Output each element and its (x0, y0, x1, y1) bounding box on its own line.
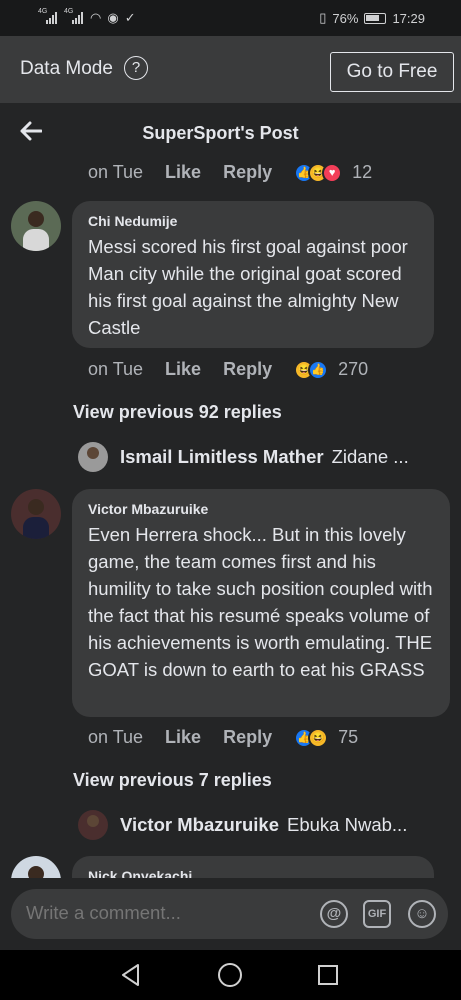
latest-reply[interactable]: Ismail Limitless Mather Zidane ... (78, 442, 409, 472)
signal-icon: 4G (38, 8, 58, 24)
comment-meta: on Tue Like Reply 😆 👍 270 (88, 359, 368, 380)
avatar[interactable] (11, 856, 61, 878)
commenter-name[interactable]: Nick Onyekachi (88, 868, 418, 878)
status-bar: 4G 4G ◠ ◉ ✓ ▯ 76% 17:29 (0, 0, 461, 36)
reply-button[interactable]: Reply (223, 359, 272, 380)
comment-time: on Tue (88, 727, 144, 747)
comment-composer: @ GIF ☺ (0, 878, 461, 950)
recents-square-icon[interactable] (318, 965, 338, 985)
reply-author: Ismail Limitless Mather (120, 446, 324, 467)
go-to-free-button[interactable]: Go to Free (330, 52, 454, 92)
data-mode-banner: Data Mode ? Go to Free (0, 36, 461, 103)
comment-text: Even Herrera shock... But in this lovely… (88, 524, 433, 680)
latest-reply[interactable]: Victor Mbazuruike Ebuka Nwab... (78, 810, 407, 840)
comment-bubble[interactable]: Chi Nedumije Messi scored his first goal… (72, 201, 434, 348)
download-icon: ✓ (124, 10, 136, 25)
reply-button[interactable]: Reply (223, 162, 272, 183)
reaction-icons[interactable]: 👍 😆 ♥ (294, 162, 343, 183)
heart-icon: ♥ (322, 162, 343, 183)
info-icon[interactable]: ? (124, 56, 148, 80)
comment-bubble[interactable]: Nick Onyekachi (72, 856, 434, 878)
avatar (78, 810, 108, 840)
eye-icon: ◉ (107, 10, 119, 25)
vibrate-icon: ▯ (319, 10, 327, 25)
thumbs-up-icon: 👍 (308, 359, 329, 380)
avatar (78, 442, 108, 472)
network-type-2: 4G (64, 8, 74, 15)
view-previous-replies[interactable]: View previous 7 replies (73, 770, 272, 791)
battery-percent: 76% (332, 10, 359, 26)
emoji-icon[interactable]: ☺ (408, 900, 436, 928)
data-mode-label: Data Mode (20, 58, 113, 79)
avatar[interactable] (11, 201, 61, 251)
reaction-count: 270 (338, 359, 369, 379)
wifi-icon: ◠ (90, 10, 102, 25)
comment-time: on Tue (88, 359, 144, 379)
reaction-icons[interactable]: 😆 👍 (294, 359, 329, 380)
comment-box[interactable]: @ GIF ☺ (11, 889, 448, 939)
page-title: SuperSport's Post (142, 123, 299, 143)
reply-preview: Zidane ... (331, 446, 409, 467)
reply-author: Victor Mbazuruike (120, 814, 280, 835)
reaction-count: 12 (352, 162, 373, 182)
like-button[interactable]: Like (165, 359, 201, 380)
reaction-count: 75 (338, 727, 359, 747)
commenter-name[interactable]: Chi Nedumije (88, 213, 418, 229)
avatar[interactable] (11, 489, 61, 539)
comment-input[interactable] (26, 902, 306, 924)
view-previous-replies[interactable]: View previous 92 replies (73, 402, 282, 423)
comment-meta-top: on Tue Like Reply 👍 😆 ♥ 12 (88, 162, 372, 183)
back-triangle-icon[interactable] (118, 962, 144, 988)
battery-icon (364, 12, 387, 24)
network-type: 4G (38, 8, 48, 15)
commenter-name[interactable]: Victor Mbazuruike (88, 501, 434, 517)
like-button[interactable]: Like (165, 162, 201, 183)
comment-bubble[interactable]: Victor Mbazuruike Even Herrera shock... … (72, 489, 450, 717)
reaction-icons[interactable]: 👍 😆 (294, 727, 329, 748)
system-nav-bar (0, 950, 461, 1000)
comment-feed[interactable]: on Tue Like Reply 👍 😆 ♥ 12 Chi Nedumije … (0, 159, 461, 878)
mention-icon[interactable]: @ (320, 900, 348, 928)
comment-text: Messi scored his first goal against poor… (88, 236, 408, 338)
clock: 17:29 (392, 10, 425, 26)
like-button[interactable]: Like (165, 727, 201, 748)
post-header: SuperSport's Post (0, 103, 461, 159)
haha-icon: 😆 (308, 727, 329, 748)
comment-meta: on Tue Like Reply 👍 😆 75 (88, 727, 358, 748)
home-circle-icon[interactable] (218, 963, 242, 987)
signal-icon-2: 4G (64, 8, 84, 24)
reply-preview: Ebuka Nwab... (287, 814, 408, 835)
comment-time: on Tue (88, 162, 144, 182)
status-left: 4G 4G ◠ ◉ ✓ (38, 8, 136, 26)
reply-button[interactable]: Reply (223, 727, 272, 748)
status-right: ▯ 76% 17:29 (319, 10, 425, 26)
gif-icon[interactable]: GIF (363, 900, 391, 928)
